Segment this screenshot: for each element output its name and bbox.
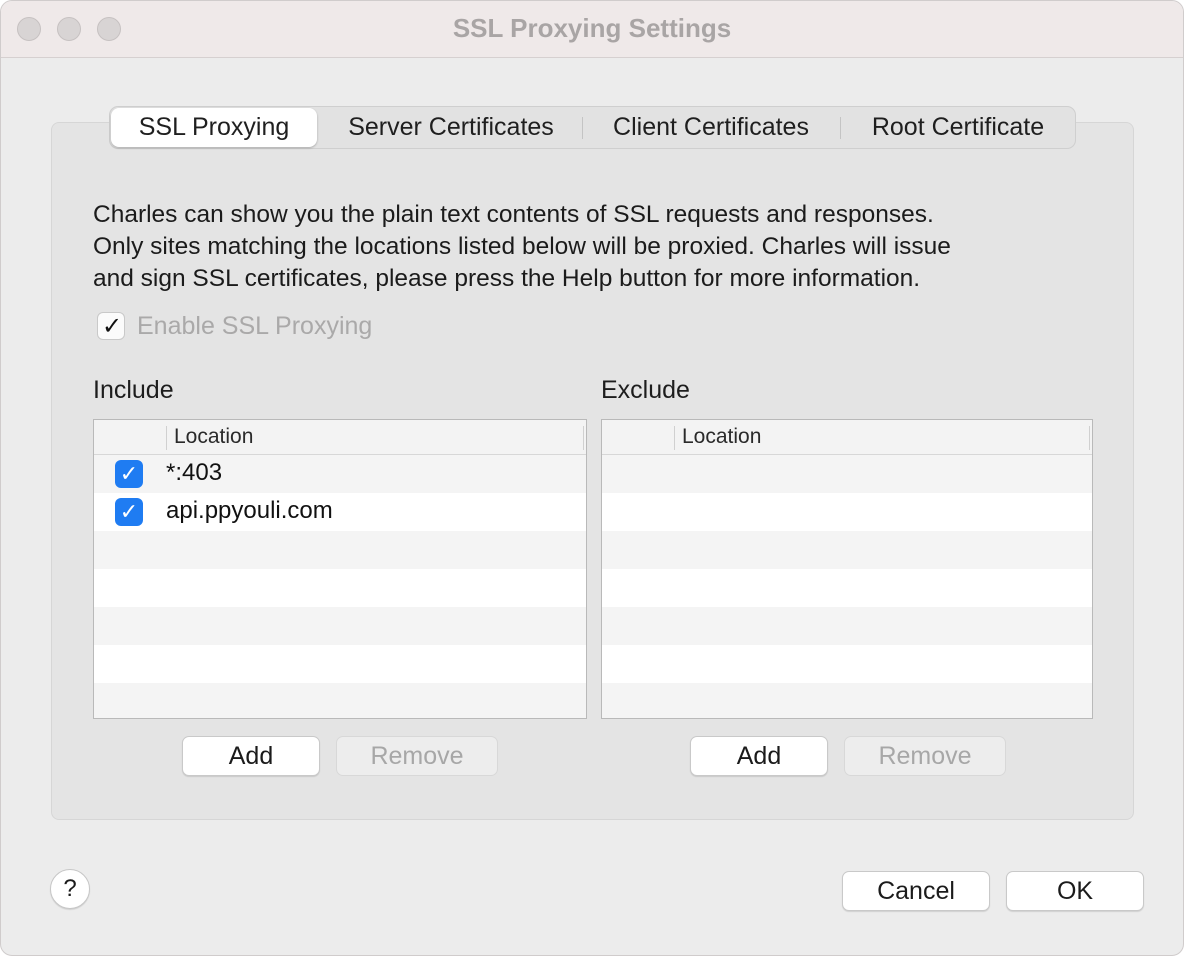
exclude-add-button[interactable]: Add	[690, 736, 828, 776]
empty-table-row	[602, 607, 1092, 645]
empty-table-row	[602, 569, 1092, 607]
checkmark-icon: ✓	[119, 461, 139, 486]
include-row-checkbox[interactable]: ✓	[115, 498, 143, 526]
tab-client-certificates[interactable]: Client Certificates	[583, 107, 839, 148]
tab-server-certificates[interactable]: Server Certificates	[320, 107, 582, 148]
description-line: Charles can show you the plain text cont…	[93, 201, 934, 228]
empty-table-row	[602, 683, 1092, 718]
exclude-location-column-header[interactable]: Location	[682, 425, 761, 449]
checkmark-icon: ✓	[102, 313, 123, 340]
include-location-text: api.ppyouli.com	[166, 497, 333, 524]
include-row-checkbox[interactable]: ✓	[115, 460, 143, 488]
column-divider	[1089, 426, 1090, 450]
tab-ssl-proxying[interactable]: SSL Proxying	[111, 108, 317, 147]
table-row[interactable]: ✓ *:403	[94, 455, 586, 493]
exclude-table[interactable]: Location	[601, 419, 1093, 719]
empty-table-row	[94, 531, 586, 569]
include-table-header: Location	[94, 420, 586, 455]
enable-ssl-proxying-checkbox[interactable]: ✓	[97, 312, 125, 340]
description-line: Only sites matching the locations listed…	[93, 233, 951, 260]
table-row[interactable]: ✓ api.ppyouli.com	[94, 493, 586, 531]
column-divider	[166, 426, 167, 450]
empty-table-row	[94, 645, 586, 683]
checkmark-icon: ✓	[119, 499, 139, 524]
help-button[interactable]: ?	[50, 869, 90, 909]
settings-window: SSL Proxying Settings SSL Proxying Serve…	[0, 0, 1184, 956]
column-divider	[674, 426, 675, 450]
tab-bar: SSL Proxying Server Certificates Client …	[109, 106, 1076, 149]
empty-table-row	[94, 607, 586, 645]
include-table[interactable]: Location ✓ *:403 ✓ api.ppyouli.com	[93, 419, 587, 719]
tab-root-certificate[interactable]: Root Certificate	[841, 107, 1075, 148]
empty-table-row	[94, 683, 586, 718]
empty-table-row	[602, 493, 1092, 531]
column-divider	[583, 426, 584, 450]
empty-table-row	[602, 531, 1092, 569]
include-remove-button[interactable]: Remove	[336, 736, 498, 776]
window-title: SSL Proxying Settings	[452, 13, 732, 43]
exclude-table-header: Location	[602, 420, 1092, 455]
include-add-button[interactable]: Add	[182, 736, 320, 776]
include-label: Include	[93, 376, 174, 404]
title-bar: SSL Proxying Settings	[1, 1, 1183, 58]
empty-table-row	[94, 569, 586, 607]
cancel-button[interactable]: Cancel	[842, 871, 990, 911]
include-location-column-header[interactable]: Location	[174, 425, 253, 449]
empty-table-row	[602, 455, 1092, 493]
empty-table-row	[602, 645, 1092, 683]
exclude-label: Exclude	[601, 376, 690, 404]
include-location-text: *:403	[166, 459, 223, 486]
description-text: Charles can show you the plain text cont…	[93, 199, 1093, 295]
ok-button[interactable]: OK	[1006, 871, 1144, 911]
description-line: and sign SSL certificates, please press …	[93, 265, 921, 292]
enable-ssl-proxying-label: Enable SSL Proxying	[137, 312, 373, 340]
exclude-remove-button[interactable]: Remove	[844, 736, 1006, 776]
